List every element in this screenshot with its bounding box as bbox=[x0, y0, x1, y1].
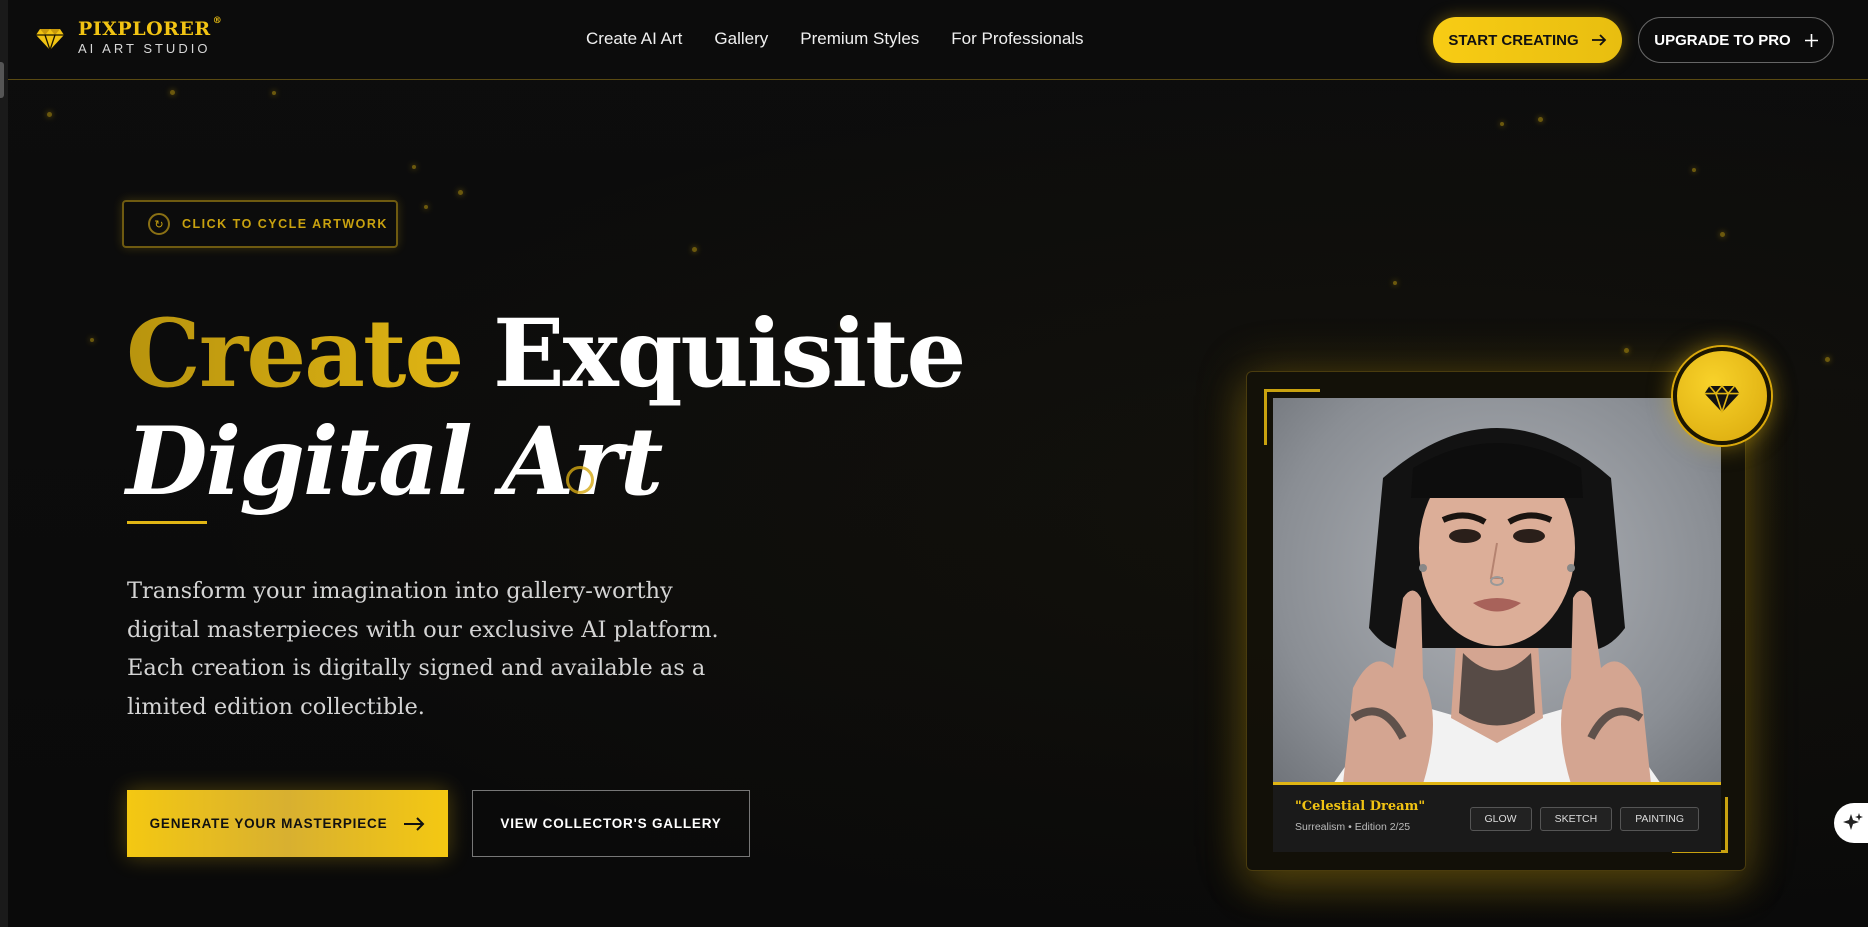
particle bbox=[1393, 281, 1397, 285]
artwork-title: "Celestial Dream" bbox=[1295, 799, 1426, 814]
upgrade-to-pro-button[interactable]: UPGRADE TO PRO bbox=[1638, 17, 1834, 63]
artwork-caption: "Celestial Dream" Surrealism • Edition 2… bbox=[1273, 782, 1721, 852]
particle bbox=[1624, 348, 1629, 353]
brand-tagline: AI ART STUDIO bbox=[78, 41, 211, 56]
particle bbox=[1538, 117, 1543, 122]
start-creating-label: START CREATING bbox=[1448, 31, 1579, 49]
side-handle[interactable] bbox=[0, 62, 4, 98]
artwork-card[interactable]: "Celestial Dream" Surrealism • Edition 2… bbox=[1246, 371, 1746, 871]
particle bbox=[47, 112, 52, 117]
start-creating-button[interactable]: START CREATING bbox=[1433, 17, 1622, 63]
premium-badge[interactable] bbox=[1673, 347, 1771, 445]
browser-side-strip bbox=[0, 0, 8, 927]
particle bbox=[1825, 357, 1830, 362]
particle bbox=[692, 247, 697, 252]
particle bbox=[424, 205, 428, 209]
cycle-artwork-button[interactable]: ↻ CLICK TO CYCLE ARTWORK bbox=[122, 200, 398, 248]
cycle-artwork-label: CLICK TO CYCLE ARTWORK bbox=[182, 217, 388, 231]
upgrade-label: UPGRADE TO PRO bbox=[1654, 31, 1791, 49]
generate-label: GENERATE YOUR MASTERPIECE bbox=[149, 816, 388, 831]
tag-painting-button[interactable]: PAINTING bbox=[1620, 807, 1699, 831]
hero-headline: Create Exquisite Digital Art bbox=[126, 299, 966, 517]
assistant-button[interactable] bbox=[1834, 803, 1868, 843]
primary-nav: Create AI Art Gallery Premium Styles For… bbox=[586, 29, 1084, 49]
sparkle-icon bbox=[1843, 813, 1863, 830]
style-tags: GLOW SKETCH PAINTING bbox=[1469, 807, 1699, 831]
plus-icon bbox=[1804, 33, 1818, 47]
tag-glow-button[interactable]: GLOW bbox=[1469, 807, 1532, 831]
headline-line-two: Digital Art bbox=[126, 407, 663, 517]
headline-underline bbox=[127, 521, 207, 524]
particle bbox=[272, 91, 276, 95]
headline-gold-word: Create bbox=[126, 299, 464, 409]
artwork-subtitle: Surrealism • Edition 2/25 bbox=[1295, 821, 1411, 833]
nav-link-premium-styles[interactable]: Premium Styles bbox=[800, 29, 919, 49]
particle bbox=[1500, 122, 1504, 126]
view-gallery-button[interactable]: VIEW COLLECTOR'S GALLERY bbox=[472, 790, 750, 857]
nav-link-create-ai-art[interactable]: Create AI Art bbox=[586, 29, 682, 49]
refresh-icon: ↻ bbox=[148, 213, 170, 235]
particle bbox=[90, 338, 94, 342]
portrait-illustration bbox=[1333, 428, 1661, 784]
nav-link-for-professionals[interactable]: For Professionals bbox=[951, 29, 1083, 49]
generate-masterpiece-button[interactable]: GENERATE YOUR MASTERPIECE bbox=[127, 790, 448, 857]
particle bbox=[1720, 232, 1725, 237]
particle bbox=[1692, 168, 1696, 172]
particle bbox=[412, 165, 416, 169]
brand-name: PIXPLORER ® bbox=[78, 16, 223, 40]
arrow-right-icon bbox=[404, 816, 425, 831]
artwork-image[interactable] bbox=[1273, 398, 1721, 784]
particle bbox=[458, 190, 463, 195]
diamond-icon bbox=[1704, 384, 1740, 413]
gallery-label: VIEW COLLECTOR'S GALLERY bbox=[500, 816, 722, 831]
nav-link-gallery[interactable]: Gallery bbox=[714, 29, 768, 49]
diamond-icon bbox=[36, 29, 64, 51]
cursor-indicator bbox=[566, 466, 594, 494]
tag-sketch-button[interactable]: SKETCH bbox=[1539, 807, 1613, 831]
particle bbox=[170, 90, 175, 95]
headline-white-word: Exquisite bbox=[493, 299, 966, 409]
brand-logo[interactable]: PIXPLORER ® AI ART STUDIO bbox=[34, 16, 223, 56]
arrow-right-icon bbox=[1591, 34, 1606, 46]
hero-description: Transform your imagination into gallery-… bbox=[127, 578, 719, 720]
